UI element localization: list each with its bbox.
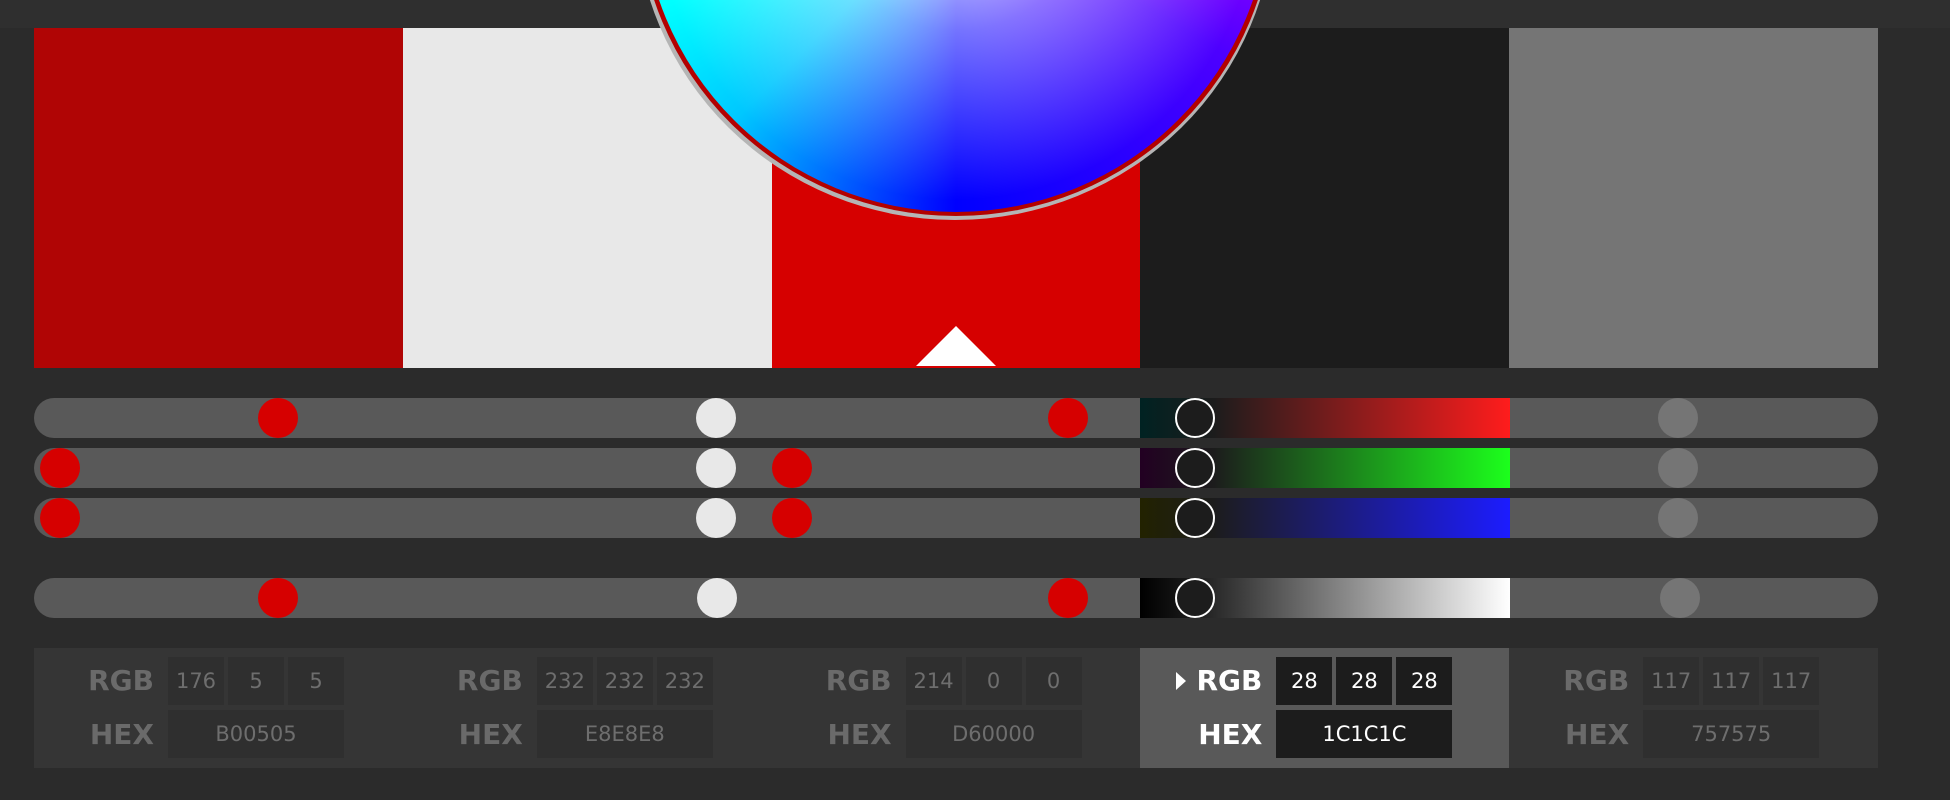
green-value-field[interactable]: 5 xyxy=(228,657,284,705)
hex-value-field[interactable]: E8E8E8 xyxy=(536,710,713,758)
hex-label: HEX xyxy=(827,718,892,751)
swatch-3-blue-handle[interactable] xyxy=(772,498,812,538)
swatch-1[interactable] xyxy=(34,28,403,368)
swatch-4-brightness-handle[interactable] xyxy=(1175,578,1215,618)
green-value-field[interactable]: 28 xyxy=(1336,657,1393,705)
triangle-up-icon xyxy=(915,326,996,366)
caret-right-icon[interactable] xyxy=(1176,672,1187,690)
blue-value-field[interactable]: 232 xyxy=(656,657,713,705)
blue-channel-slider[interactable] xyxy=(34,498,1878,538)
swatch-2-values[interactable]: RGB HEX 232 232 232 E8E8E8 xyxy=(402,648,772,768)
swatch-5[interactable] xyxy=(1509,28,1878,368)
blue-value-field[interactable]: 0 xyxy=(1025,657,1082,705)
hex-label: HEX xyxy=(1198,718,1263,751)
swatch-1-values[interactable]: RGB HEX 176 5 5 B00505 xyxy=(34,648,403,768)
swatch-2-green-handle[interactable] xyxy=(696,448,736,488)
swatch-4-green-handle[interactable] xyxy=(1175,448,1215,488)
red-value-field[interactable]: 232 xyxy=(536,657,593,705)
green-channel-slider[interactable] xyxy=(34,448,1878,488)
red-value-field[interactable]: 28 xyxy=(1276,657,1333,705)
hex-value-field[interactable]: D60000 xyxy=(905,710,1082,758)
rgb-label: RGB xyxy=(1563,664,1630,697)
swatch-4-blue-handle[interactable] xyxy=(1175,498,1215,538)
swatch-3-green-handle[interactable] xyxy=(772,448,812,488)
swatch-1-brightness-handle[interactable] xyxy=(258,578,298,618)
red-value-field[interactable]: 176 xyxy=(168,657,224,705)
swatch-5-values[interactable]: RGB HEX 117 117 117 757575 xyxy=(1509,648,1878,768)
swatch-5-brightness-handle[interactable] xyxy=(1660,578,1700,618)
green-value-field[interactable]: 232 xyxy=(596,657,653,705)
swatch-5-blue-handle[interactable] xyxy=(1658,498,1698,538)
red-value-field[interactable]: 117 xyxy=(1643,657,1700,705)
blue-value-field[interactable]: 28 xyxy=(1396,657,1453,705)
rgb-label: RGB xyxy=(825,664,892,697)
hex-value-field[interactable]: B00505 xyxy=(168,710,344,758)
hex-label: HEX xyxy=(1565,718,1630,751)
red-value-field[interactable]: 214 xyxy=(905,657,962,705)
brightness-slider[interactable] xyxy=(34,578,1878,618)
green-value-field[interactable]: 117 xyxy=(1703,657,1760,705)
green-value-field[interactable]: 0 xyxy=(965,657,1022,705)
swatch-1-green-handle[interactable] xyxy=(40,448,80,488)
swatch-3-values[interactable]: RGB HEX 214 0 0 D60000 xyxy=(771,648,1141,768)
swatch-5-green-handle[interactable] xyxy=(1658,448,1698,488)
swatch-2-brightness-handle[interactable] xyxy=(697,578,737,618)
hex-label: HEX xyxy=(458,718,523,751)
swatch-3-brightness-handle[interactable] xyxy=(1048,578,1088,618)
hex-label: HEX xyxy=(89,718,154,751)
rgb-label: RGB xyxy=(456,664,523,697)
hex-value-field[interactable]: 1C1C1C xyxy=(1276,710,1453,758)
swatch-3-red-handle[interactable] xyxy=(1048,398,1088,438)
swatch-5-red-handle[interactable] xyxy=(1658,398,1698,438)
hex-value-field[interactable]: 757575 xyxy=(1643,710,1820,758)
swatch-4-red-handle[interactable] xyxy=(1175,398,1215,438)
color-value-panels: RGB HEX 176 5 5 B00505 RGB HEX 232 232 2… xyxy=(34,648,1878,768)
swatch-2-red-handle[interactable] xyxy=(696,398,736,438)
rgb-label: RGB xyxy=(88,664,154,697)
rgb-label: RGB xyxy=(1196,664,1263,697)
red-channel-slider[interactable] xyxy=(34,398,1878,438)
swatch-1-red-handle[interactable] xyxy=(258,398,298,438)
swatch-2-blue-handle[interactable] xyxy=(696,498,736,538)
swatch-1-blue-handle[interactable] xyxy=(40,498,80,538)
blue-value-field[interactable]: 5 xyxy=(288,657,344,705)
swatch-4-values[interactable]: RGB HEX 28 28 28 1C1C1C xyxy=(1140,648,1510,768)
blue-value-field[interactable]: 117 xyxy=(1763,657,1820,705)
